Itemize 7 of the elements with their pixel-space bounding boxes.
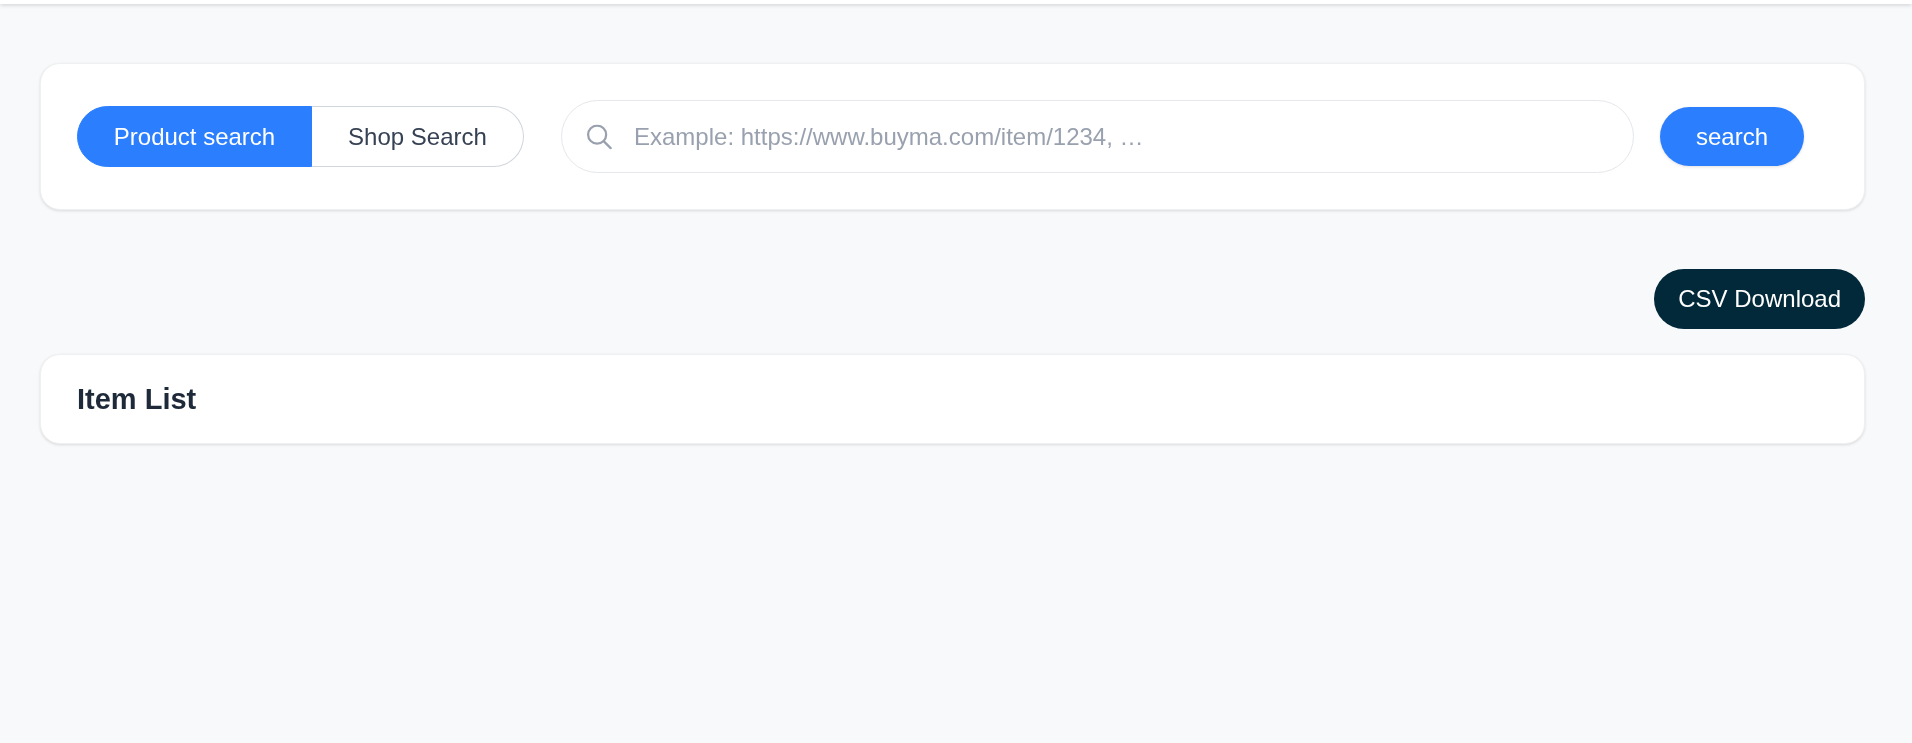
item-list-title: Item List [77,382,197,416]
mode-tab[interactable]: Shop Search [312,106,524,167]
search-field[interactable]: Example: https://www.buyma.com/item/1234, … [561,100,1634,173]
search-icon [587,124,612,149]
csv-download-button[interactable]: CSV Download [1654,269,1865,329]
mode-tab[interactable]: Product search [77,106,312,167]
search-button[interactable]: search [1660,107,1804,166]
